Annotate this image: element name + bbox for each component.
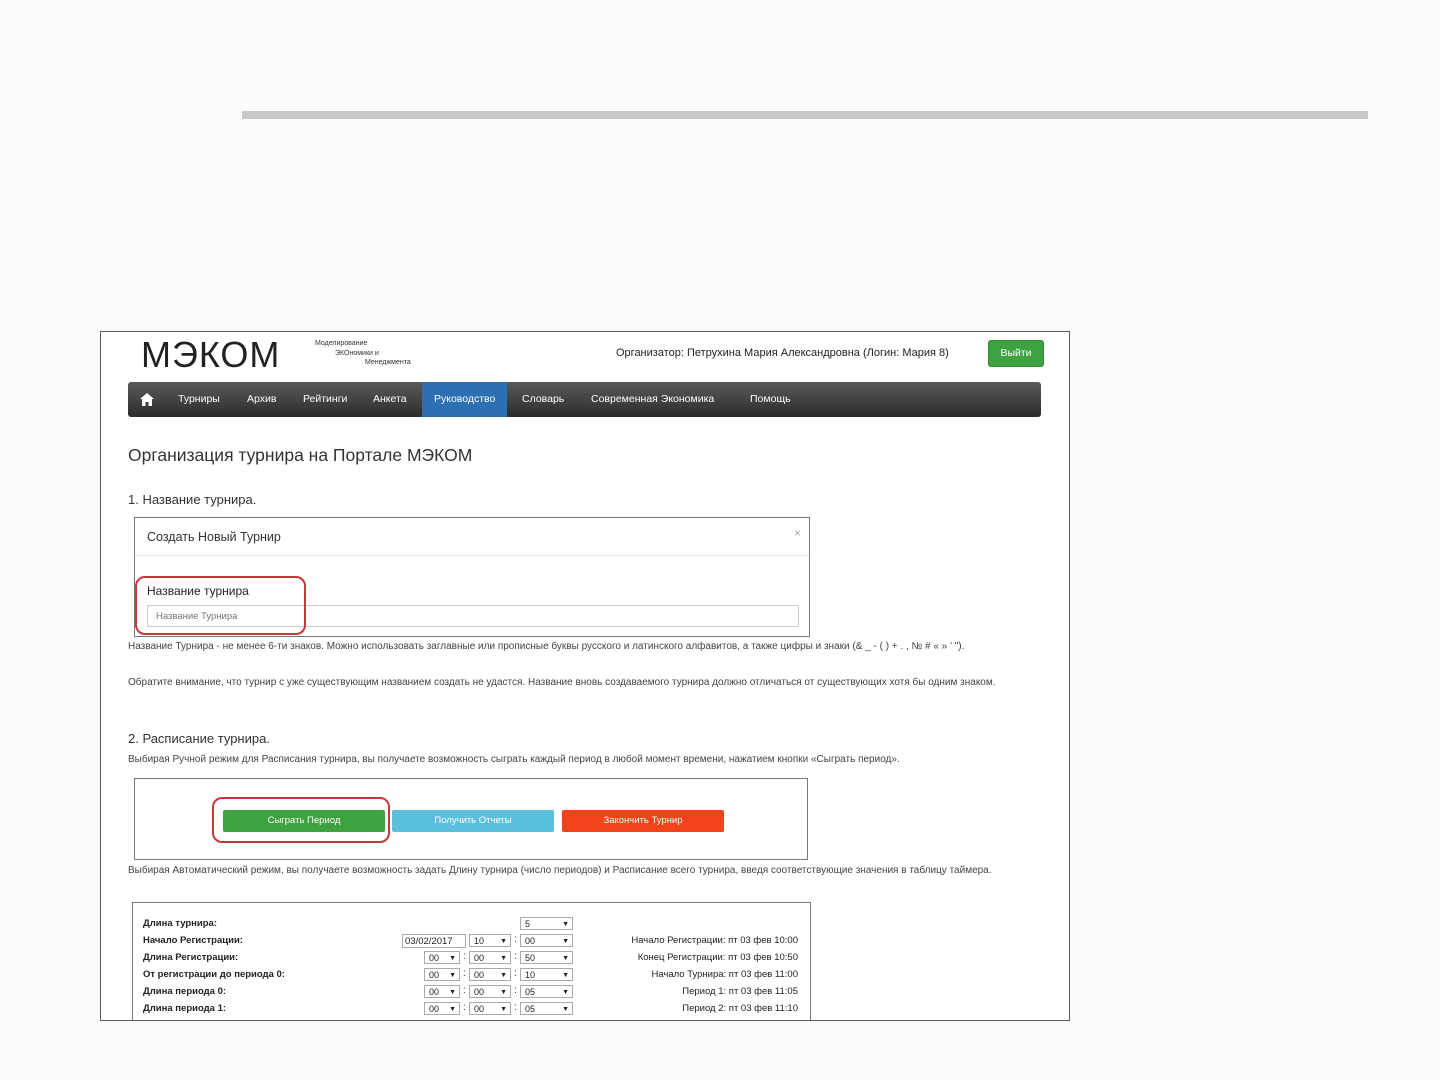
minute-select[interactable]: 05 ▼ [520, 1002, 573, 1015]
nav-item-tournaments[interactable]: Турниры [166, 382, 232, 417]
page-title: Организация турнира на Портале МЭКОМ [128, 445, 473, 465]
timer-row: От регистрации до периода 0: 00 ▼ : 00 ▼ :… [143, 968, 798, 981]
hour-select[interactable]: 00 ▼ [469, 951, 511, 964]
timer-row: Длина турнира: 5 ▼ [133, 916, 810, 933]
nav-item-modern-economy[interactable]: Современная Экономика [579, 382, 726, 417]
logo-subtitle: Моделирование ЭКОномики и Менеджмента [315, 340, 411, 366]
home-icon[interactable] [140, 393, 154, 406]
timer-table: Длина турнира: 5 ▼ Начало Регистрации: 03… [132, 902, 811, 1020]
get-reports-button[interactable]: Получить Отчеты [392, 810, 554, 832]
nav-item-ratings[interactable]: Рейтинги [291, 382, 359, 417]
organizer-info: Организатор: Петрухина Мария Александров… [616, 347, 949, 359]
length-select[interactable]: 5 ▼ [520, 917, 573, 930]
timer-row: Длина периода 0: 00 ▼ : 00 ▼ : 05 ▼ Период … [143, 985, 798, 998]
hour-select[interactable]: 00 ▼ [469, 985, 511, 998]
hour-select[interactable]: 00 ▼ [469, 1002, 511, 1015]
minute-select[interactable]: 00 ▼ [520, 934, 573, 947]
manual-buttons-panel: Сыграть Период Получить Отчеты Закончить… [134, 778, 808, 860]
nav-item-guide[interactable]: Руководство [422, 382, 508, 417]
highlight-outline [212, 797, 390, 843]
name-unique-text: Обратите внимание, что турнир с уже суще… [128, 677, 996, 688]
modal-title: Создать Новый Турнир [147, 530, 281, 544]
name-rules-text: Название Турнира - не менее 6-ти знаков.… [128, 641, 965, 652]
section-heading-name: 1. Название турнира. [128, 492, 257, 507]
section-heading-schedule: 2. Расписание турнира. [128, 731, 270, 746]
nav-item-survey[interactable]: Анкета [361, 382, 419, 417]
hour-select[interactable]: 00 ▼ [469, 968, 511, 981]
minute-select[interactable]: 50 ▼ [520, 951, 573, 964]
day-select[interactable]: 00 ▼ [424, 968, 460, 981]
hour-select[interactable]: 10 ▼ [469, 934, 511, 947]
minute-select[interactable]: 05 ▼ [520, 985, 573, 998]
manual-mode-text: Выбирая Ручной режим для Расписания турн… [128, 754, 900, 765]
day-select[interactable]: 00 ▼ [424, 985, 460, 998]
modal-divider [135, 555, 809, 556]
timer-row: Длина Регистрации: 00 ▼ : 00 ▼ : 50 ▼ Конец… [143, 951, 798, 964]
nav-item-archive[interactable]: Архив [235, 382, 288, 417]
nav-item-dictionary[interactable]: Словарь [510, 382, 576, 417]
main-navbar: Турниры Архив Рейтинги Анкета Руководств… [128, 382, 1041, 417]
create-tournament-modal: Создать Новый Турнир × Название турнира [134, 517, 810, 637]
date-input[interactable]: 03/02/2017 [402, 934, 466, 948]
day-select[interactable]: 00 ▼ [424, 1002, 460, 1015]
highlight-outline [135, 576, 306, 635]
screenshot-frame: МЭКОМ Моделирование ЭКОномики и Менеджме… [100, 331, 1070, 1021]
timer-row: Начало Регистрации: 03/02/2017 10 ▼ : 00 ▼… [143, 934, 798, 948]
logo: МЭКОМ [141, 334, 281, 375]
close-icon[interactable]: × [794, 526, 801, 540]
day-select[interactable]: 00 ▼ [424, 951, 460, 964]
nav-item-help[interactable]: Помощь [738, 382, 803, 417]
timer-row: Длина периода 1: 00 ▼ : 00 ▼ : 05 ▼ Период … [143, 1002, 798, 1015]
finish-tournament-button[interactable]: Закончить Турнир [562, 810, 724, 832]
logout-button[interactable]: Выйти [988, 340, 1044, 367]
auto-mode-text: Выбирая Автоматический режим, вы получае… [128, 865, 992, 876]
minute-select[interactable]: 10 ▼ [520, 968, 573, 981]
slide-top-rule [242, 111, 1368, 119]
